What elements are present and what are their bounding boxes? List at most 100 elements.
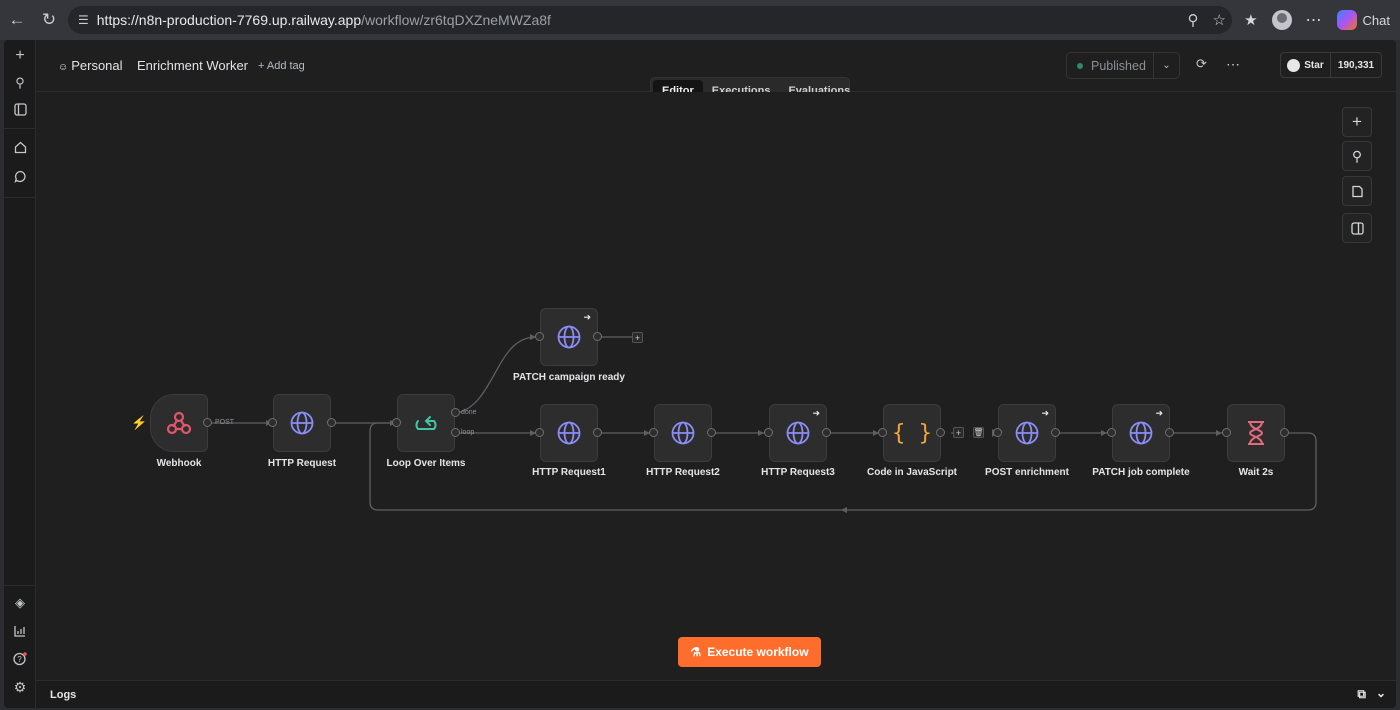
trigger-bolt-icon: ⚡ — [131, 415, 148, 430]
output-port[interactable] — [593, 332, 602, 341]
globe-icon — [1015, 421, 1039, 445]
input-port[interactable] — [1222, 428, 1231, 437]
node-loop-over-items[interactable] — [397, 394, 455, 452]
favorites-icon[interactable]: ★ — [1244, 11, 1257, 29]
node-code-javascript[interactable]: { } — [883, 404, 941, 462]
output-port[interactable] — [1280, 428, 1289, 437]
site-info-icon[interactable]: ☰ — [78, 13, 89, 27]
output-port[interactable] — [1165, 428, 1174, 437]
output-port[interactable] — [1051, 428, 1060, 437]
globe-icon — [786, 421, 810, 445]
output-port[interactable] — [822, 428, 831, 437]
browser-toolbar: ← ↻ ☰ https://n8n-production-7769.up.rai… — [0, 0, 1400, 40]
code-braces-icon: { } — [892, 420, 932, 446]
zoom-icon[interactable]: ⚲ — [1188, 11, 1199, 29]
input-port[interactable] — [1107, 428, 1116, 437]
chevron-down-icon[interactable]: ⌄ — [1153, 53, 1179, 78]
pinned-arrow-icon: ➜ — [1155, 408, 1163, 418]
execute-workflow-button[interactable]: ⚗ Execute workflow — [678, 637, 821, 667]
node-post-enrichment[interactable]: ➜ — [998, 404, 1056, 462]
add-tag-button[interactable]: + Add tag — [258, 60, 305, 72]
globe-icon — [1129, 421, 1153, 445]
user-icon: ☺ — [58, 62, 69, 73]
logs-panel-bar[interactable]: Logs ⧉ ⌄ — [36, 680, 1396, 708]
node-http-request3[interactable]: ➜ — [769, 404, 827, 462]
chat-icon[interactable] — [10, 166, 30, 186]
input-port[interactable] — [993, 428, 1002, 437]
add-node-inline-button[interactable]: + — [953, 427, 964, 438]
output-port[interactable] — [203, 418, 212, 427]
add-icon[interactable]: + — [10, 46, 30, 66]
workflow-canvas[interactable]: + ⚲ ⚡ POST Webhook HTTP Request done loo… — [36, 92, 1396, 708]
workflow-name[interactable]: Enrichment Worker — [137, 58, 248, 73]
project-name: Personal — [71, 58, 123, 73]
expand-chevron-icon[interactable]: ⌄ — [1376, 686, 1386, 700]
output-port[interactable] — [327, 418, 336, 427]
add-connection-button[interactable]: + — [632, 332, 643, 343]
address-bar[interactable]: ☰ https://n8n-production-7769.up.railway… — [68, 6, 1232, 34]
node-http-request1[interactable] — [540, 404, 598, 462]
copilot-icon — [1336, 10, 1357, 30]
globe-icon — [290, 411, 314, 435]
toggle-sidebar-icon[interactable] — [10, 99, 30, 119]
output-port-loop[interactable] — [451, 428, 460, 437]
url-path: /workflow/zr6tqDXZneMWZa8f — [361, 12, 551, 28]
more-options-icon[interactable]: ⋯ — [1306, 10, 1323, 30]
more-menu-icon[interactable]: ⋯ — [1226, 56, 1240, 73]
left-sidebar: + ⚲ ◈ ? ⚙ — [4, 40, 36, 708]
status-dot — [1077, 62, 1083, 69]
input-port[interactable] — [764, 428, 773, 437]
input-port[interactable] — [392, 418, 401, 427]
publish-status-button[interactable]: Published ⌄ — [1066, 52, 1180, 79]
node-patch-campaign-ready[interactable]: ➜ — [540, 308, 598, 366]
back-icon[interactable]: ← — [2, 5, 32, 35]
reload-icon[interactable]: ↻ — [34, 5, 64, 35]
input-port[interactable] — [649, 428, 658, 437]
flask-icon: ⚗ — [690, 645, 702, 659]
url-host: https://n8n-production-7769.up.railway.a… — [96, 12, 362, 28]
delete-connection-icon[interactable]: 🗑 — [973, 427, 984, 438]
favorite-star-icon[interactable]: ☆ — [1213, 11, 1226, 29]
hourglass-icon — [1248, 421, 1264, 445]
rail-divider — [4, 197, 36, 198]
rail-divider — [4, 128, 36, 129]
connections-layer — [211, 334, 1317, 513]
rail-divider — [4, 585, 36, 586]
globe-icon — [671, 421, 695, 445]
edge-label-done: done — [461, 409, 477, 416]
templates-icon[interactable]: ◈ — [10, 593, 30, 613]
github-star-button[interactable]: Star 190,331 — [1280, 52, 1382, 78]
history-icon[interactable]: ⟳ — [1196, 56, 1207, 72]
node-http-request[interactable] — [273, 394, 331, 452]
input-port[interactable] — [268, 418, 277, 427]
insights-icon[interactable] — [10, 621, 30, 641]
help-icon[interactable]: ? — [10, 649, 30, 669]
project-breadcrumb[interactable]: ☺ Personal — [58, 58, 123, 73]
execute-label: Execute workflow — [707, 645, 809, 659]
input-port[interactable] — [535, 332, 544, 341]
output-port[interactable] — [936, 428, 945, 437]
svg-text:?: ? — [17, 655, 22, 664]
output-port[interactable] — [593, 428, 602, 437]
output-port-done[interactable] — [451, 408, 460, 417]
open-logs-icon[interactable]: ⧉ — [1357, 687, 1366, 702]
pinned-arrow-icon: ➜ — [812, 408, 820, 418]
edge-label-loop: loop — [461, 429, 475, 436]
node-webhook[interactable] — [150, 394, 208, 452]
node-wait-2s[interactable] — [1227, 404, 1285, 462]
profile-avatar[interactable] — [1271, 10, 1292, 30]
settings-gear-icon[interactable]: ⚙ — [10, 677, 30, 697]
search-icon[interactable]: ⚲ — [10, 73, 30, 93]
input-port[interactable] — [878, 428, 887, 437]
star-label: Star — [1304, 59, 1324, 71]
node-http-request2[interactable] — [654, 404, 712, 462]
github-icon — [1287, 58, 1301, 72]
input-port[interactable] — [535, 428, 544, 437]
node-patch-job-complete[interactable]: ➜ — [1112, 404, 1170, 462]
output-port[interactable] — [707, 428, 716, 437]
loop-icon — [415, 416, 437, 430]
home-icon[interactable] — [10, 137, 30, 157]
node-label: Wait 2s — [1238, 467, 1274, 478]
workflow-header: ☺ Personal Enrichment Worker + Add tag Pu… — [36, 40, 1396, 105]
copilot-chat-button[interactable]: Chat — [1336, 10, 1390, 30]
